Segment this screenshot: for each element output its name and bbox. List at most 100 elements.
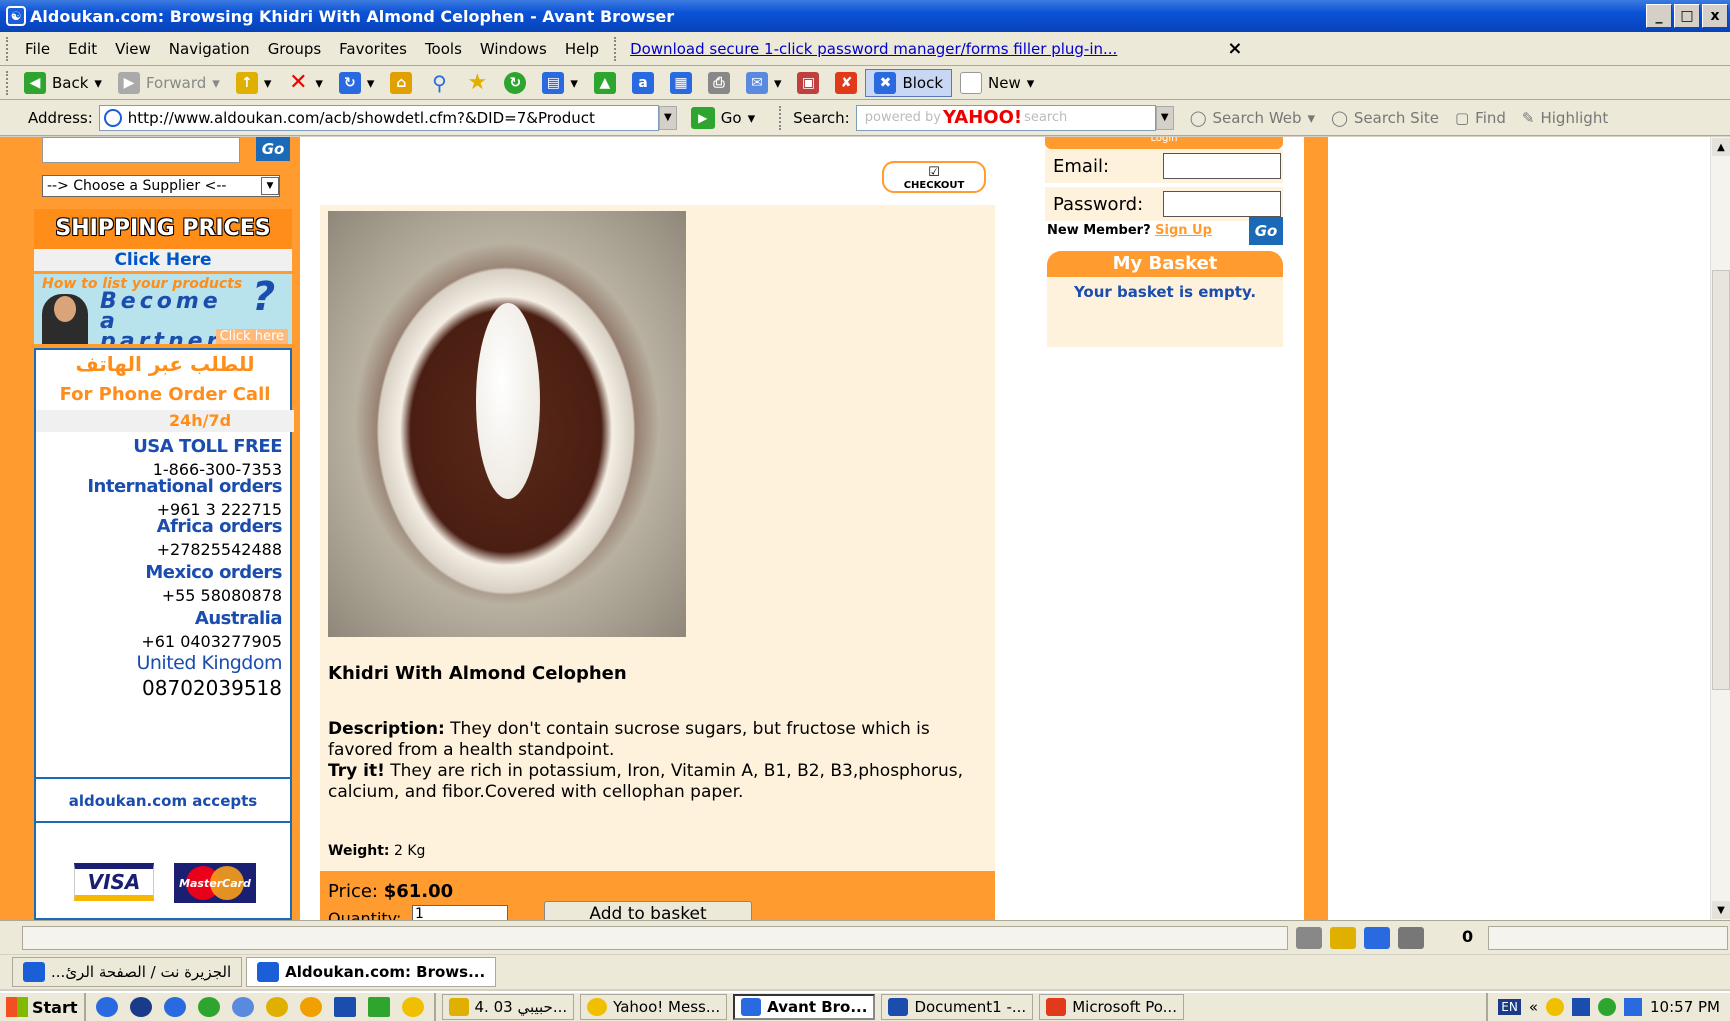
sign-up-link[interactable]: Sign Up — [1155, 223, 1212, 238]
vertical-scrollbar[interactable]: ▲ ▼ — [1710, 137, 1730, 920]
search-status-icon[interactable] — [1398, 927, 1424, 949]
image-block-button[interactable]: ▣ — [789, 71, 827, 94]
app-icon[interactable] — [265, 997, 288, 1017]
supplier-select[interactable]: --> Choose a Supplier <-- ▼ — [42, 175, 280, 197]
task-powerpoint[interactable]: Microsoft Po... — [1039, 994, 1184, 1020]
toolbar-grip[interactable] — [6, 36, 10, 61]
menu-help[interactable]: Help — [556, 40, 608, 58]
ad-link[interactable]: Download secure 1-click password manager… — [630, 40, 1117, 58]
site-search-go-button[interactable]: Go — [256, 137, 290, 161]
task-avant-browser[interactable]: Avant Bro... — [733, 994, 876, 1020]
scroll-down-icon[interactable]: ▼ — [1712, 901, 1730, 919]
menu-groups[interactable]: Groups — [259, 40, 330, 58]
back-button[interactable]: ◀ Back ▾ — [16, 71, 110, 94]
address-input[interactable]: http://www.aldoukan.com/acb/showdetl.cfm… — [98, 104, 659, 131]
toolbar-grip[interactable] — [6, 70, 10, 95]
menu-edit[interactable]: Edit — [59, 40, 106, 58]
task-document1[interactable]: Document1 -... — [881, 994, 1034, 1020]
rss-button[interactable]: ▦ — [662, 71, 700, 94]
scroll-up-icon[interactable]: ▲ — [1712, 138, 1730, 156]
menu-navigation[interactable]: Navigation — [160, 40, 259, 58]
search-site-button[interactable]: ◯ Search Site — [1331, 109, 1439, 127]
menu-view[interactable]: View — [106, 40, 160, 58]
security-icon[interactable] — [1330, 927, 1356, 949]
checkbox-icon: ☑ — [928, 165, 940, 180]
start-button[interactable]: Start — [0, 993, 86, 1021]
search-dropdown[interactable]: ▼ — [1155, 105, 1174, 130]
menu-favorites[interactable]: Favorites — [330, 40, 416, 58]
home-icon: ⌂ — [390, 71, 413, 94]
quantity-input[interactable]: 1 — [412, 905, 508, 920]
address-dropdown[interactable]: ▼ — [658, 105, 677, 130]
search-web-button[interactable]: ◯ Search Web ▾ — [1190, 109, 1315, 127]
network-icon[interactable] — [1296, 927, 1322, 949]
smiley-icon[interactable] — [401, 997, 424, 1017]
forward-button[interactable]: ▶ Forward ▾ — [110, 71, 228, 94]
try-it-text: They are rich in potassium, Iron, Vitami… — [328, 761, 964, 802]
messenger-icon[interactable] — [299, 997, 322, 1017]
tool-icon[interactable] — [197, 997, 220, 1017]
shipping-click-here-link[interactable]: Click Here — [34, 249, 292, 271]
menu-windows[interactable]: Windows — [471, 40, 556, 58]
popup-blocked-icon[interactable] — [1364, 927, 1390, 949]
ie-icon[interactable] — [95, 997, 118, 1017]
new-tab-button[interactable]: New ▾ — [952, 71, 1042, 94]
toolbar-grip[interactable] — [614, 36, 618, 61]
password-field[interactable] — [1163, 191, 1281, 217]
excel-icon[interactable] — [367, 997, 390, 1017]
close-button[interactable]: x — [1702, 4, 1728, 28]
find-button[interactable]: ▢ Find — [1455, 109, 1506, 127]
home-button[interactable]: ⌂ — [382, 71, 420, 94]
tools-button[interactable]: ▲ — [586, 71, 624, 94]
display-tray-icon[interactable] — [1624, 998, 1643, 1016]
menu-tools[interactable]: Tools — [416, 40, 471, 58]
media-player-icon[interactable] — [129, 997, 152, 1017]
search-button[interactable]: ⚲ — [420, 71, 458, 95]
add-to-basket-button[interactable]: Add to basket — [544, 901, 752, 920]
shipping-prices-banner[interactable]: SHIPPING PRICES — [34, 209, 292, 249]
history-button[interactable]: ↻ — [496, 71, 534, 94]
clock[interactable]: 10:57 PM — [1650, 998, 1720, 1016]
up-button[interactable]: ↑ ▾ — [228, 71, 280, 94]
print-button[interactable]: ⎙ — [700, 71, 738, 94]
become-partner-banner[interactable]: How to list your products Become a partn… — [34, 274, 292, 344]
up-folder-icon: ↑ — [235, 71, 258, 94]
tab-aljazeera[interactable]: ...الجزيرة نت / الصفحة الرئ — [12, 957, 243, 987]
login-go-button[interactable]: Go — [1249, 217, 1283, 245]
scroll-thumb[interactable] — [1712, 270, 1730, 690]
stop-button[interactable]: ✕ ▾ — [279, 70, 331, 95]
menu-file[interactable]: File — [16, 40, 59, 58]
messenger-tray-icon[interactable] — [1546, 998, 1565, 1016]
tab-aldoukan[interactable]: Aldoukan.com: Brows... — [246, 957, 497, 987]
popup-block-button[interactable]: ✖ Block — [865, 68, 953, 97]
arabic-phone-order: للطلب عبر الهاتف — [75, 352, 255, 376]
checkout-button[interactable]: ☑ CHECKOUT — [882, 161, 986, 193]
ad-close-button[interactable]: × — [1227, 38, 1242, 59]
task-song[interactable]: 4. 03 حبيبي... — [441, 994, 575, 1020]
price: Price: $61.00 — [328, 881, 453, 902]
flash-block-button[interactable]: ✘ — [827, 71, 865, 94]
desktop-icon[interactable] — [231, 997, 254, 1017]
task-label: 4. 03 حبيبي... — [474, 998, 568, 1016]
site-search-input[interactable] — [42, 137, 240, 163]
email-field[interactable] — [1163, 153, 1281, 179]
new-window-button[interactable]: ▤ ▾ — [534, 71, 586, 94]
minimize-button[interactable]: _ — [1646, 4, 1672, 28]
translate-button[interactable]: a — [624, 71, 662, 94]
toolbar-grip[interactable] — [779, 105, 783, 130]
refresh-button[interactable]: ↻ ▾ — [331, 71, 383, 94]
search-input[interactable]: powered by YAHOO! search — [855, 104, 1156, 131]
network-tray-icon[interactable] — [1572, 998, 1591, 1016]
highlight-button[interactable]: ✎ Highlight — [1522, 109, 1608, 127]
go-button[interactable]: ▶ Go ▾ — [690, 106, 755, 129]
windows-taskbar: Start 4. 03 حبيبي... Yahoo! Mess... Avan… — [0, 991, 1730, 1021]
app-tray-icon[interactable] — [1598, 998, 1617, 1016]
task-yahoo-messenger[interactable]: Yahoo! Mess... — [580, 994, 728, 1020]
mail-button[interactable]: ✉ ▾ — [738, 71, 790, 94]
maximize-button[interactable]: □ — [1674, 4, 1700, 28]
tray-expand-button[interactable]: « — [1529, 998, 1538, 1016]
favorites-button[interactable]: ★ — [458, 70, 496, 95]
language-indicator[interactable]: EN — [1498, 999, 1521, 1015]
avant-icon[interactable] — [163, 997, 186, 1017]
word-icon[interactable] — [333, 997, 356, 1017]
